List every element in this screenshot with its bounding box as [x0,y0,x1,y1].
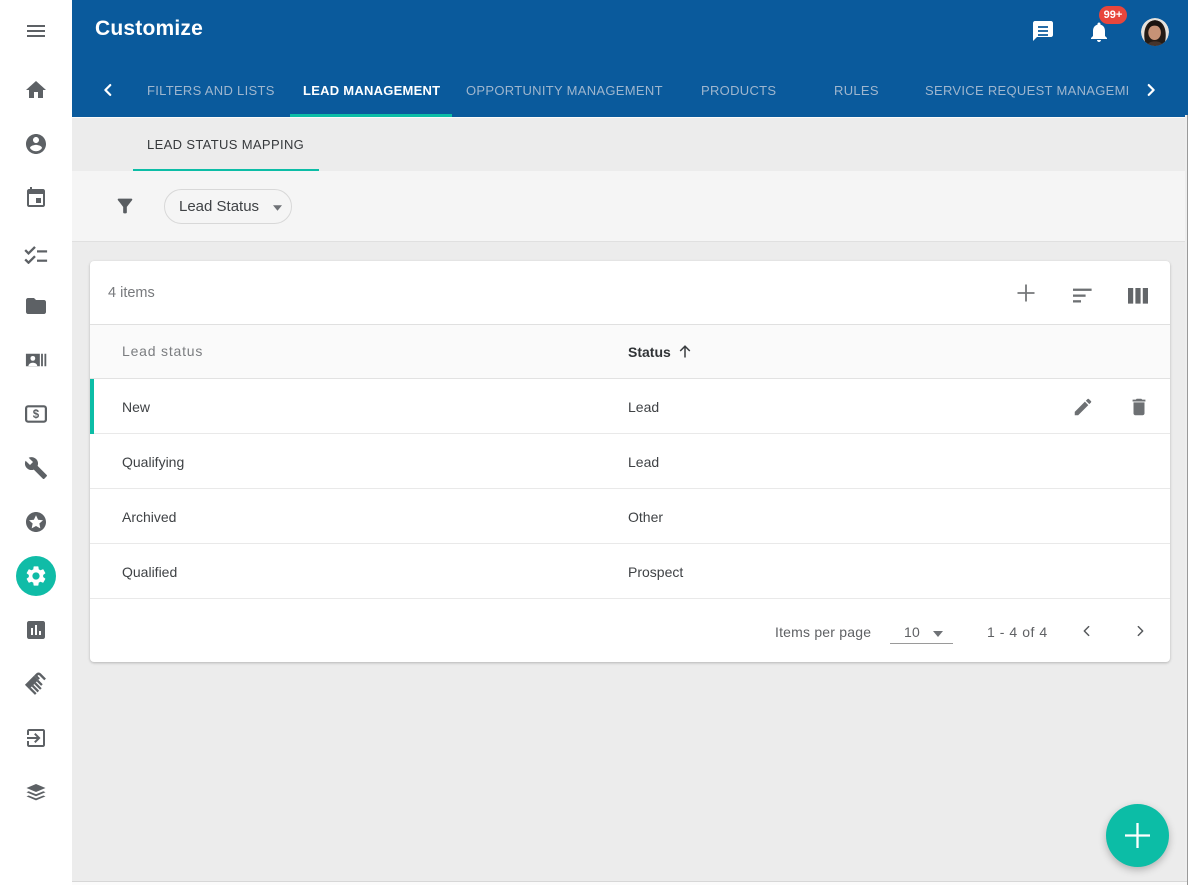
svg-text:$: $ [33,409,40,421]
